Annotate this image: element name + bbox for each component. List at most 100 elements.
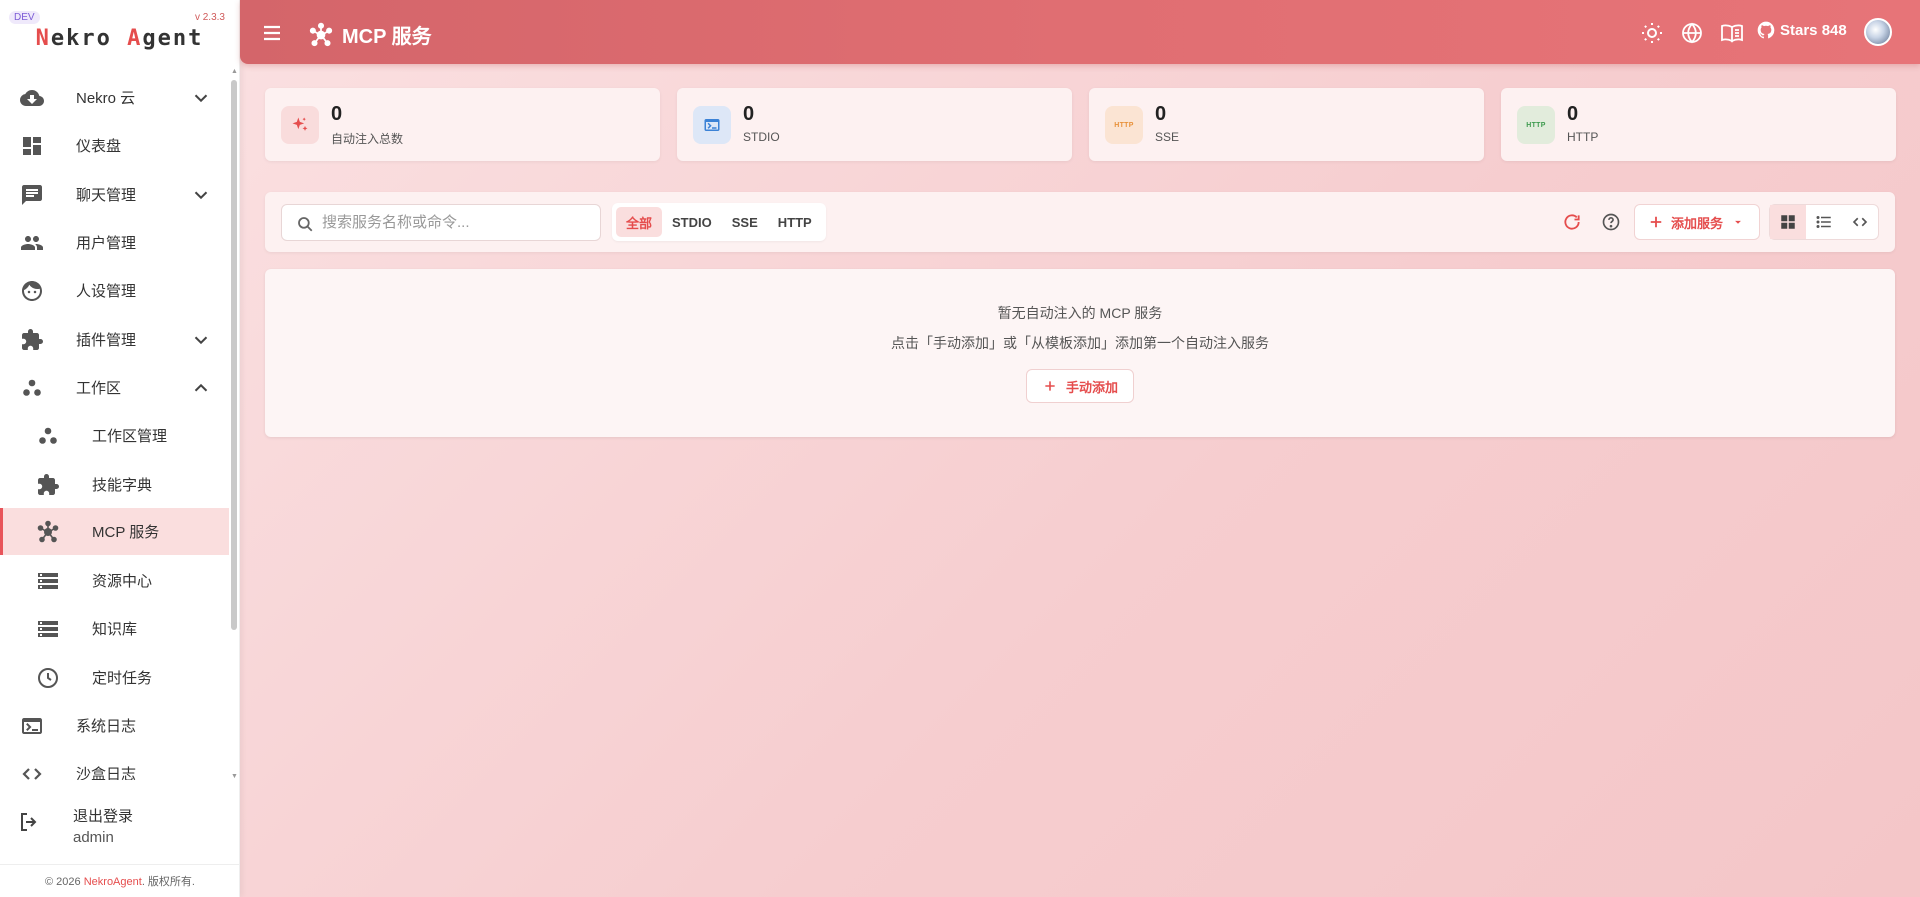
mcp-icon <box>37 520 59 542</box>
help-icon[interactable] <box>1601 212 1621 232</box>
sidebar-item-workspace-manage[interactable]: 工作区管理 <box>0 412 229 459</box>
http-icon: HTTP <box>1526 121 1546 129</box>
scroll-up-arrow-icon[interactable]: ▲ <box>231 68 238 75</box>
sidebar-item-chat[interactable]: 聊天管理 <box>0 171 229 218</box>
sidebar-item-label: 系统日志 <box>76 718 137 735</box>
manual-add-label: 手动添加 <box>1065 379 1118 395</box>
sidebar-item-label: 用户管理 <box>76 235 137 252</box>
caret-down-icon <box>1735 220 1741 224</box>
dev-badge: DEV <box>9 11 40 24</box>
github-icon <box>1757 21 1775 39</box>
code-view-button[interactable] <box>1842 205 1878 239</box>
grid-icon <box>1781 215 1795 229</box>
stat-icon-box <box>693 106 731 144</box>
chevron-up-icon <box>194 383 208 391</box>
sidebar-item-label: 插件管理 <box>76 332 137 349</box>
sidebar-item-resources[interactable]: 资源中心 <box>0 557 229 604</box>
code-icon <box>1852 217 1868 227</box>
sidebar-scrollbar[interactable]: ▲ ▼ <box>230 68 238 780</box>
sidebar-item-system-logs[interactable]: 系统日志 <box>0 702 229 749</box>
filter-all[interactable]: 全部 <box>616 207 663 237</box>
copyright-link[interactable]: NekroAgent <box>84 876 142 888</box>
empty-state-panel: 暂无自动注入的 MCP 服务 点击「手动添加」或「从模板添加」添加第一个自动注入… <box>265 269 1895 437</box>
sidebar-item-users[interactable]: 用户管理 <box>0 219 229 266</box>
search-icon <box>298 217 313 232</box>
sidebar-item-persona[interactable]: 人设管理 <box>0 267 229 314</box>
type-filter-group: 全部 STDIO SSE HTTP <box>612 203 826 241</box>
filter-http[interactable]: HTTP <box>768 207 822 237</box>
sidebar-item-scheduled-tasks[interactable]: 定时任务 <box>0 654 229 701</box>
globe-icon[interactable] <box>1680 21 1704 45</box>
sidebar-item-label: MCP 服务 <box>92 524 160 541</box>
page-title-group: MCP 服务 <box>308 20 432 49</box>
scroll-down-arrow-icon[interactable]: ▼ <box>231 773 238 780</box>
search-field <box>281 204 601 241</box>
sidebar-nav: Nekro 云 仪表盘 聊天管理 用户管理 人设管理 插件管理 工作区 工作区管… <box>0 74 230 780</box>
stars-label: Stars 848 <box>1780 21 1847 39</box>
sidebar-item-skills[interactable]: 技能字典 <box>0 461 229 508</box>
sidebar-item-workspace[interactable]: 工作区 <box>0 364 229 411</box>
stat-label: SSE <box>1155 130 1180 144</box>
sidebar-item-sandbox-logs[interactable]: 沙盒日志 <box>0 750 229 780</box>
terminal-icon <box>22 717 42 734</box>
username: admin <box>73 829 114 846</box>
sidebar-item-label: 资源中心 <box>92 573 153 590</box>
stat-card-http: HTTP 0 HTTP <box>1501 88 1896 161</box>
brand: DEV v 2.3.3 Nekro Agent <box>0 0 239 64</box>
sidebar-item-label: 聊天管理 <box>76 187 137 204</box>
sidebar-item-nekro-cloud[interactable]: Nekro 云 <box>0 74 229 121</box>
view-mode-group <box>1769 204 1879 240</box>
filter-stdio[interactable]: STDIO <box>662 207 722 237</box>
sidebar-item-label: 工作区 <box>76 380 122 397</box>
logout-button[interactable]: 退出登录 admin <box>0 793 240 851</box>
manual-add-button[interactable]: 手动添加 <box>1026 369 1134 403</box>
list-icon <box>1816 216 1831 228</box>
copyright-suffix: . 版权所有. <box>141 876 195 888</box>
page-title: MCP 服务 <box>342 26 432 48</box>
stat-card-sse: HTTP 0 SSE <box>1089 88 1484 161</box>
filter-sse[interactable]: SSE <box>722 207 768 237</box>
scrollbar-thumb[interactable] <box>231 80 237 630</box>
toolbar: 全部 STDIO SSE HTTP 添加服务 <box>265 192 1895 252</box>
sparkle-icon <box>292 117 308 131</box>
top-app-bar: MCP 服务 Stars 848 <box>240 0 1920 64</box>
refresh-icon[interactable] <box>1562 212 1582 232</box>
mcp-icon <box>309 22 333 46</box>
sidebar-item-mcp[interactable]: MCP 服务 <box>0 508 229 555</box>
sun-icon[interactable] <box>1640 21 1664 45</box>
user-avatar[interactable] <box>1864 18 1892 46</box>
sidebar: DEV v 2.3.3 Nekro Agent Nekro 云 仪表盘 聊天管理… <box>0 0 240 897</box>
clock-icon <box>38 667 58 688</box>
chevron-down-icon <box>194 94 208 102</box>
search-input[interactable] <box>322 205 592 240</box>
github-stars-link[interactable]: Stars 848 <box>1756 20 1847 40</box>
book-icon[interactable] <box>1720 21 1744 45</box>
storage-icon <box>38 620 58 637</box>
stat-icon-box <box>281 106 319 144</box>
stat-card-total: 0 自动注入总数 <box>265 88 660 161</box>
add-service-button[interactable]: 添加服务 <box>1634 204 1760 240</box>
sidebar-item-label: 人设管理 <box>76 283 137 300</box>
stat-label: HTTP <box>1567 130 1599 144</box>
cloud-download-icon <box>20 89 44 106</box>
sidebar-item-label: 仪表盘 <box>76 138 122 155</box>
version-label: v 2.3.3 <box>194 12 225 23</box>
sidebar-item-plugins[interactable]: 插件管理 <box>0 316 229 363</box>
plus-icon <box>1045 381 1055 391</box>
menu-icon[interactable] <box>260 21 284 45</box>
storage-icon <box>38 572 58 589</box>
http-icon: HTTP <box>1114 121 1134 129</box>
plus-icon <box>1650 216 1662 228</box>
list-view-button[interactable] <box>1806 205 1842 239</box>
sidebar-item-label: 技能字典 <box>92 477 153 494</box>
app-logo[interactable]: Nekro Agent <box>0 26 239 51</box>
sidebar-item-knowledge[interactable]: 知识库 <box>0 605 229 652</box>
sidebar-item-label: 沙盒日志 <box>76 766 137 780</box>
sidebar-item-label: 知识库 <box>92 621 138 638</box>
sidebar-item-dashboard[interactable]: 仪表盘 <box>0 122 229 169</box>
stat-value: 0 <box>1155 103 1167 125</box>
copyright-prefix: © 2026 <box>45 876 84 888</box>
grid-view-button[interactable] <box>1770 205 1806 239</box>
stat-icon-box: HTTP <box>1517 106 1555 144</box>
terminal-icon <box>704 119 720 131</box>
